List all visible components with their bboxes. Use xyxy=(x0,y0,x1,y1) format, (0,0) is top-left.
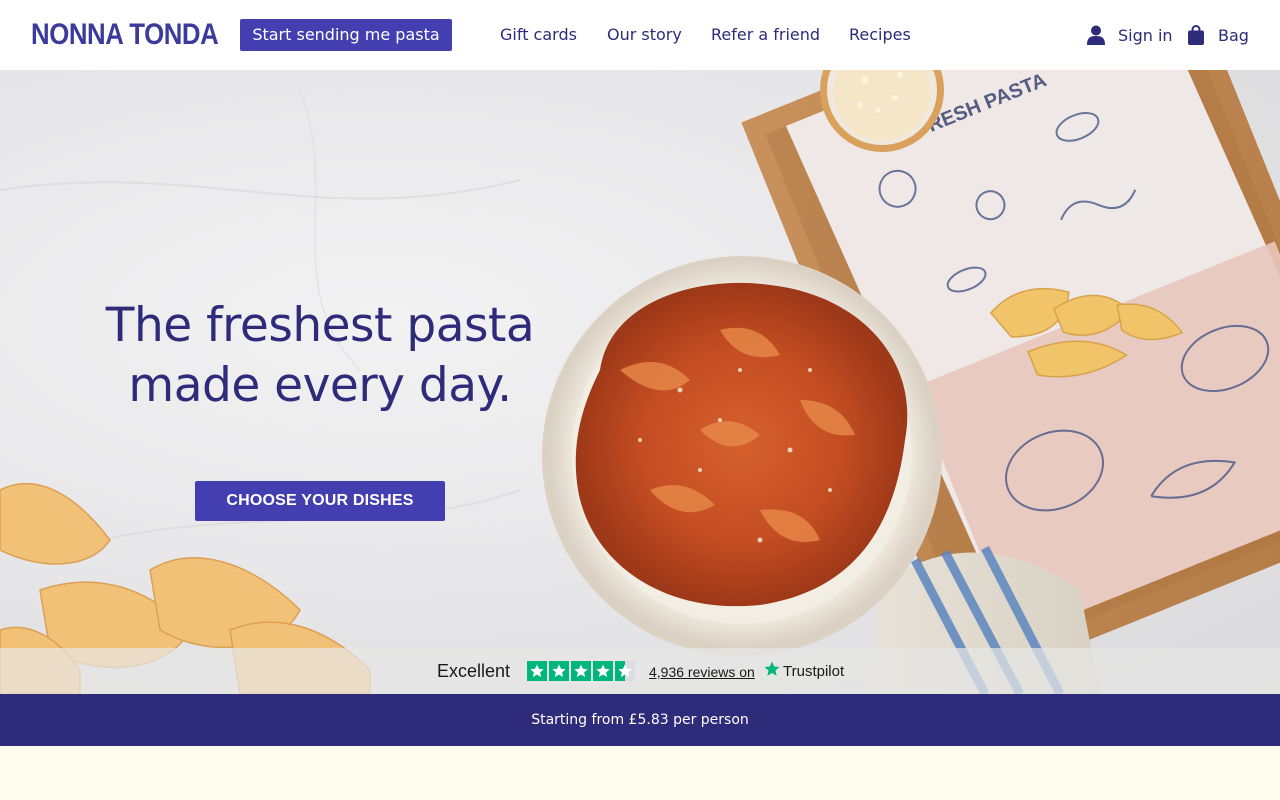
star-icon xyxy=(571,661,591,681)
user-icon xyxy=(1087,25,1105,45)
nav-our-story[interactable]: Our story xyxy=(607,24,682,46)
trustpilot-stars xyxy=(527,661,635,681)
nav-refer-a-friend[interactable]: Refer a friend xyxy=(711,24,820,46)
hero-headline-line-2: made every day. xyxy=(128,358,512,413)
shopping-bag-icon xyxy=(1188,25,1204,45)
price-banner: Starting from £5.83 per person xyxy=(0,694,1280,746)
trustpilot-logo[interactable]: Trustpilot xyxy=(763,660,844,682)
star-icon xyxy=(527,661,547,681)
price-banner-text: Starting from £5.83 per person xyxy=(531,712,749,728)
page-content-area xyxy=(0,746,1280,800)
bag-label: Bag xyxy=(1218,25,1249,45)
hero-section: FRESH PASTA The freshest pasta made ever… xyxy=(0,70,1280,694)
hero-headline-line-1: The freshest pasta xyxy=(105,298,535,353)
trustpilot-reviews-link[interactable]: 4,936 reviews on xyxy=(649,663,755,681)
star-icon xyxy=(593,661,613,681)
sign-in-label: Sign in xyxy=(1118,25,1173,45)
trustpilot-rating-word: Excellent xyxy=(437,661,511,681)
sign-in-link[interactable]: Sign in xyxy=(1087,24,1173,46)
nav-recipes[interactable]: Recipes xyxy=(849,24,911,46)
trustpilot-widget[interactable]: Excellent 4,936 reviews on Trustpilot xyxy=(0,648,1280,694)
hero-headline: The freshest pasta made every day. xyxy=(100,296,540,416)
start-sending-pasta-button[interactable]: Start sending me pasta xyxy=(240,19,452,51)
nav-gift-cards[interactable]: Gift cards xyxy=(500,24,577,46)
trustpilot-brand: Trustpilot xyxy=(783,662,845,680)
half-star-icon xyxy=(615,661,635,681)
site-logo[interactable]: NONNA TONDA xyxy=(31,18,219,52)
trustpilot-star-icon xyxy=(763,660,781,682)
star-icon xyxy=(549,661,569,681)
bag-link[interactable]: Bag xyxy=(1188,24,1249,46)
choose-your-dishes-button[interactable]: CHOOSE YOUR DISHES xyxy=(195,481,445,521)
site-header: NONNA TONDA Start sending me pasta Gift … xyxy=(0,0,1280,70)
